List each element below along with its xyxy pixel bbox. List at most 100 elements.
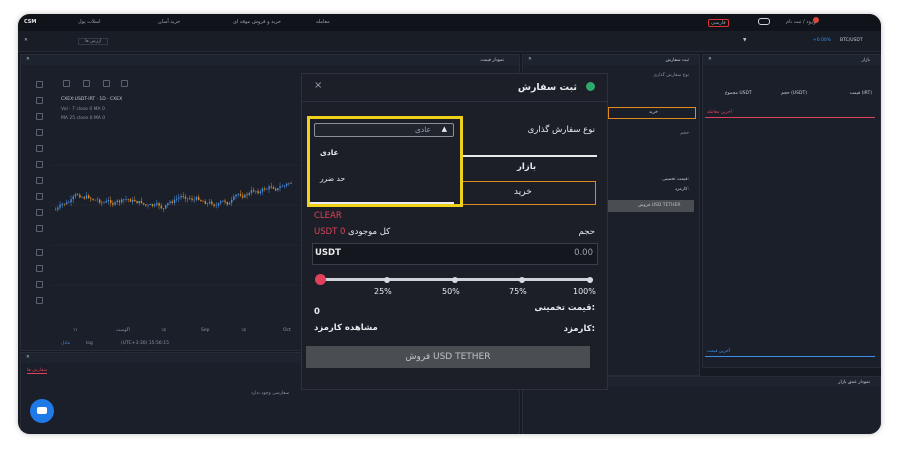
ruler-icon[interactable] — [36, 209, 43, 216]
nav-item-2[interactable]: خرید آسان — [158, 19, 180, 25]
candle-body — [290, 183, 292, 185]
candle-body — [257, 191, 259, 194]
emoji-icon[interactable] — [36, 193, 43, 200]
market-subbar: ✕ ارزش ها ▼ +0.00% BTC/USDT — [18, 31, 881, 52]
dropdown-option-normal[interactable]: عادی — [310, 145, 454, 163]
candle-body — [63, 203, 66, 205]
candle-body — [268, 186, 270, 190]
indicators-icon[interactable] — [83, 80, 90, 87]
brush-icon[interactable] — [36, 129, 43, 136]
pairs-search[interactable]: ارزش ها — [78, 38, 109, 45]
tab-market[interactable]: بازار — [517, 162, 536, 172]
chart-footer-tab[interactable]: تبادل — [61, 341, 70, 346]
close-icon[interactable]: ✕ — [24, 38, 28, 43]
logo[interactable]: CSM — [24, 19, 36, 25]
candle-body — [202, 201, 204, 202]
nav-item-1[interactable]: اسلات پول — [78, 19, 100, 25]
candle-body — [127, 199, 129, 200]
side-buy-label: خرید — [649, 110, 658, 115]
side-sell-button[interactable]: فروش USD TETHER — [608, 200, 694, 212]
orders-empty-text: سفارشی وجود ندارد — [251, 391, 290, 396]
trash-icon[interactable] — [36, 297, 43, 304]
view-fee-link[interactable]: مشاهده کارمزد — [314, 323, 378, 333]
market-panel-header: بازار ✕ — [703, 55, 880, 65]
settings-icon[interactable] — [121, 80, 128, 87]
clear-button[interactable]: CLEAR — [314, 211, 342, 221]
spread-label: آخرین معامله — [707, 110, 732, 115]
fee-label: کارمزد: — [563, 324, 595, 334]
measure-icon[interactable] — [36, 177, 43, 184]
candle-body — [112, 203, 114, 205]
nav-item-3[interactable]: خرید و فروش موقه ای — [233, 19, 281, 25]
fullscreen-icon[interactable] — [103, 80, 110, 87]
zoom-icon[interactable] — [36, 225, 43, 232]
candle-body — [261, 188, 264, 192]
chat-button[interactable] — [30, 399, 54, 423]
market-panel: بازار ✕ قیمت (IRT) حجم (USDT) مجموع USDT… — [702, 54, 881, 368]
candle-body — [151, 204, 154, 206]
candle-body — [81, 197, 83, 198]
side-order-type-label: نوع سفارش گذاری — [653, 73, 689, 78]
chart-panel-header: نمودار قیمت ✕ — [21, 55, 519, 65]
candle-body — [231, 199, 233, 203]
collapse-icon[interactable]: ✕ — [26, 57, 30, 62]
trendline-icon[interactable] — [36, 97, 43, 104]
candle-body — [149, 204, 151, 206]
pair-name[interactable]: BTC/USDT — [840, 38, 863, 43]
lang-selector[interactable]: فارسی — [708, 19, 729, 27]
orders-tab[interactable]: سفارش ها — [27, 368, 48, 374]
candle-body — [206, 203, 209, 204]
dropdown-option-stoploss[interactable]: حد ضرر — [310, 171, 454, 189]
slider-mark-25[interactable] — [384, 276, 390, 283]
modal-title-icon — [586, 82, 595, 91]
magnet-icon[interactable] — [36, 249, 43, 256]
candle-body — [167, 202, 169, 206]
pattern-icon[interactable] — [36, 161, 43, 168]
text-icon[interactable] — [36, 145, 43, 152]
slider-mark-75[interactable] — [519, 276, 525, 283]
notification-icon[interactable] — [813, 17, 819, 23]
amount-field[interactable]: USDT 0.00 — [312, 243, 598, 265]
candle-body — [255, 191, 257, 192]
candle-body — [226, 202, 228, 205]
candle-body — [215, 205, 217, 207]
side-buy-button[interactable]: خرید — [608, 107, 696, 119]
lock-icon[interactable] — [36, 265, 43, 272]
eye-icon[interactable] — [36, 281, 43, 288]
theme-toggle[interactable] — [758, 18, 770, 25]
amount-slider[interactable] — [315, 274, 593, 285]
slider-mark-100[interactable] — [587, 276, 593, 283]
buy-button[interactable]: خرید — [457, 181, 596, 205]
candle-body — [134, 199, 136, 202]
collapse-icon[interactable]: ✕ — [708, 57, 712, 62]
candle-body — [79, 194, 81, 198]
login-link[interactable]: ورود / ثبت نام — [786, 19, 816, 25]
candle-body — [187, 198, 189, 199]
depth-title: نمودار عمق بازار — [838, 380, 870, 385]
candle-body — [132, 199, 134, 202]
candle-body — [59, 204, 61, 208]
slider-handle[interactable] — [315, 274, 326, 285]
pair-dropdown-icon[interactable]: ▼ — [743, 38, 746, 43]
sell-button[interactable]: فروش USD TETHER — [306, 346, 590, 368]
candle-body — [143, 203, 145, 205]
order-type-select[interactable]: عادی ▲ — [314, 123, 454, 137]
candle-body — [94, 199, 96, 201]
collapse-icon[interactable]: ✕ — [528, 57, 532, 62]
crosshair-icon[interactable] — [36, 81, 43, 88]
fib-icon[interactable] — [36, 113, 43, 120]
candle-body — [77, 194, 79, 195]
collapse-icon[interactable]: ✕ — [26, 355, 30, 360]
bar-type-icon[interactable] — [63, 80, 70, 87]
candle-body — [66, 202, 68, 205]
balance-value: USDT 0 — [314, 227, 346, 237]
candle-body — [169, 201, 171, 203]
candle-body — [101, 202, 103, 204]
nav-item-4[interactable]: معامله — [316, 19, 330, 25]
drawing-toolbar — [35, 81, 45, 331]
close-icon[interactable]: × — [314, 80, 322, 91]
log-toggle[interactable]: log — [86, 341, 93, 346]
candle-body — [156, 203, 158, 205]
slider-mark-50[interactable] — [452, 276, 458, 283]
candle-body — [235, 194, 237, 197]
